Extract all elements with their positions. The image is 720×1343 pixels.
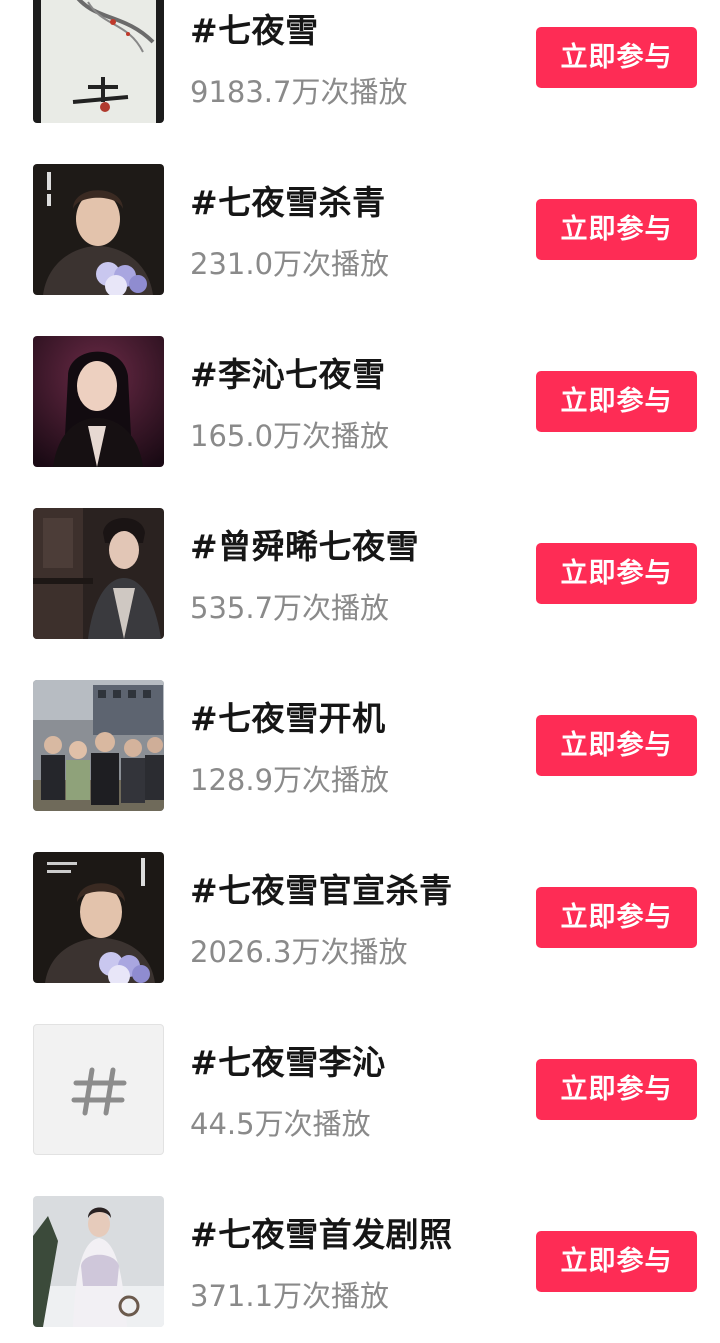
play-count: 44.5万次播放: [190, 1107, 371, 1141]
topic-row[interactable]: #李沁七夜雪 165.0万次播放 立即参与: [0, 292, 720, 467]
join-button[interactable]: 立即参与: [536, 199, 697, 260]
topic-row[interactable]: #曾舜晞七夜雪 535.7万次播放 立即参与: [0, 464, 720, 639]
topic-thumbnail[interactable]: [33, 336, 164, 467]
topic-list: #七夜雪 9183.7万次播放 立即参与 #七夜雪杀青 231.0万次播放 立即…: [0, 0, 720, 1327]
join-button[interactable]: 立即参与: [536, 371, 697, 432]
play-count: 165.0万次播放: [190, 419, 390, 453]
topic-thumbnail[interactable]: [33, 1196, 164, 1327]
topic-thumbnail[interactable]: [33, 164, 164, 295]
topic-title[interactable]: #七夜雪: [190, 4, 319, 52]
topic-title[interactable]: #七夜雪开机: [190, 692, 386, 740]
topic-row[interactable]: #七夜雪李沁 44.5万次播放 立即参与: [0, 980, 720, 1155]
play-count: 535.7万次播放: [190, 591, 390, 625]
topic-thumbnail[interactable]: [33, 1024, 164, 1155]
join-button[interactable]: 立即参与: [536, 1231, 697, 1292]
join-button[interactable]: 立即参与: [536, 27, 697, 88]
topic-row[interactable]: #七夜雪官宣杀青 2026.3万次播放 立即参与: [0, 808, 720, 983]
hashtag-icon: [71, 1067, 127, 1116]
play-count: 9183.7万次播放: [190, 75, 408, 109]
topic-title[interactable]: #七夜雪李沁: [190, 1036, 386, 1084]
topic-title[interactable]: #李沁七夜雪: [190, 348, 386, 396]
topic-thumbnail[interactable]: [33, 508, 164, 639]
topic-row[interactable]: #七夜雪首发剧照 371.1万次播放 立即参与: [0, 1152, 720, 1327]
join-button[interactable]: 立即参与: [536, 887, 697, 948]
topic-thumbnail[interactable]: [33, 680, 164, 811]
topic-thumbnail[interactable]: [33, 852, 164, 983]
join-button[interactable]: 立即参与: [536, 543, 697, 604]
topic-title[interactable]: #七夜雪首发剧照: [190, 1208, 453, 1256]
topic-thumbnail[interactable]: [33, 0, 164, 123]
topic-title[interactable]: #七夜雪官宣杀青: [190, 864, 453, 912]
join-button[interactable]: 立即参与: [536, 1059, 697, 1120]
join-button[interactable]: 立即参与: [536, 715, 697, 776]
topic-title[interactable]: #曾舜晞七夜雪: [190, 520, 419, 568]
topic-row[interactable]: #七夜雪 9183.7万次播放 立即参与: [0, 0, 720, 123]
topic-row[interactable]: #七夜雪开机 128.9万次播放 立即参与: [0, 636, 720, 811]
topic-row[interactable]: #七夜雪杀青 231.0万次播放 立即参与: [0, 120, 720, 295]
topic-title[interactable]: #七夜雪杀青: [190, 176, 386, 224]
play-count: 128.9万次播放: [190, 763, 390, 797]
play-count: 231.0万次播放: [190, 247, 390, 281]
play-count: 371.1万次播放: [190, 1279, 390, 1313]
play-count: 2026.3万次播放: [190, 935, 408, 969]
